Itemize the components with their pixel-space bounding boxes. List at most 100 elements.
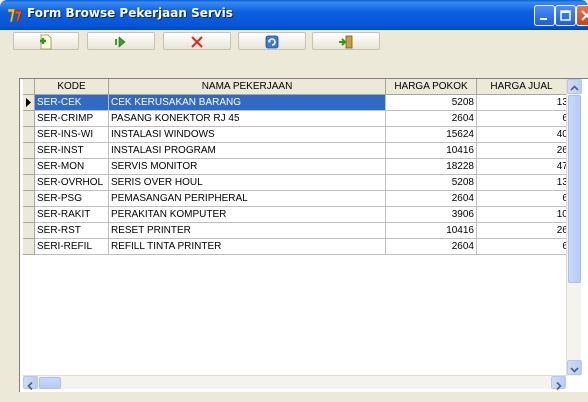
cell-nama-pekerjaan[interactable]: REFILL TINTA PRINTER — [109, 239, 386, 255]
delete-button[interactable] — [163, 32, 231, 50]
cell-nama-pekerjaan[interactable]: PERAKITAN KOMPUTER — [109, 207, 386, 223]
cell-kode[interactable]: SERI-REFIL — [35, 239, 109, 255]
cell-harga-pokok[interactable]: 2604 — [386, 191, 477, 207]
column-header-harga-jual[interactable]: HARGA JUAL — [477, 79, 569, 95]
cell-nama-pekerjaan[interactable]: PASANG KONEKTOR RJ 45 — [109, 111, 386, 127]
cell-nama-pekerjaan[interactable]: RESET PRINTER — [109, 223, 386, 239]
cell-harga-jual[interactable]: 1343 — [477, 95, 569, 111]
cell-kode[interactable]: SER-CRIMP — [35, 111, 109, 127]
table-row[interactable]: SER-INSTINSTALASI PROGRAM104162687 — [23, 143, 569, 159]
cell-harga-jual[interactable]: 1343 — [477, 175, 569, 191]
row-indicator[interactable] — [23, 95, 35, 111]
scroll-down-button[interactable] — [567, 360, 582, 375]
cell-harga-pokok[interactable]: 5208 — [386, 95, 477, 111]
delete-icon — [191, 36, 203, 48]
row-indicator[interactable] — [23, 191, 35, 207]
cell-kode[interactable]: SER-OVRHOL — [35, 175, 109, 191]
exit-icon — [339, 35, 353, 49]
row-indicator[interactable] — [23, 111, 35, 127]
cell-kode[interactable]: SER-RST — [35, 223, 109, 239]
table-row[interactable]: SER-MONSERVIS MONITOR182284702 — [23, 159, 569, 175]
window-title: Form Browse Pekerjaan Servis — [27, 6, 233, 20]
title-bar[interactable]: Form Browse Pekerjaan Servis — [0, 0, 588, 30]
cell-harga-jual[interactable]: 2687 — [477, 143, 569, 159]
table-row[interactable]: SER-INS-WIINSTALASI WINDOWS156244030 — [23, 127, 569, 143]
cell-harga-jual[interactable]: 4030 — [477, 127, 569, 143]
data-grid[interactable]: KODE NAMA PEKERJAAN HARGA POKOK HARGA JU… — [23, 79, 569, 376]
cell-harga-jual[interactable]: 671 — [477, 239, 569, 255]
cell-harga-pokok[interactable]: 10416 — [386, 143, 477, 159]
table-row[interactable]: SER-CEKCEK KERUSAKAN BARANG52081343 — [23, 95, 569, 111]
cell-harga-jual[interactable]: 671 — [477, 191, 569, 207]
cell-nama-pekerjaan[interactable]: INSTALASI WINDOWS — [109, 127, 386, 143]
chevron-right-icon — [556, 381, 562, 391]
cell-harga-jual[interactable]: 1007 — [477, 207, 569, 223]
row-indicator[interactable] — [23, 143, 35, 159]
cell-harga-pokok[interactable]: 2604 — [386, 239, 477, 255]
chevron-left-icon — [27, 381, 33, 391]
scroll-up-button[interactable] — [567, 79, 582, 94]
cell-nama-pekerjaan[interactable]: SERIS OVER HOUL — [109, 175, 386, 191]
table-row[interactable]: SER-OVRHOLSERIS OVER HOUL52081343 — [23, 175, 569, 191]
chevron-down-icon — [570, 367, 579, 373]
row-indicator[interactable] — [23, 159, 35, 175]
close-icon — [581, 10, 588, 21]
refresh-icon — [265, 35, 279, 49]
row-indicator[interactable] — [23, 175, 35, 191]
vertical-scrollbar[interactable] — [566, 79, 582, 376]
column-header-nama-pekerjaan[interactable]: NAMA PEKERJAAN — [109, 79, 386, 95]
cell-kode[interactable]: SER-MON — [35, 159, 109, 175]
add-icon — [40, 34, 52, 50]
scroll-right-button[interactable] — [551, 376, 566, 391]
row-indicator[interactable] — [23, 223, 35, 239]
vertical-scroll-thumb[interactable] — [568, 95, 581, 283]
cell-kode[interactable]: SER-INST — [35, 143, 109, 159]
next-button[interactable] — [87, 32, 155, 50]
cell-harga-jual[interactable]: 4702 — [477, 159, 569, 175]
cell-harga-pokok[interactable]: 10416 — [386, 223, 477, 239]
cell-harga-pokok[interactable]: 18228 — [386, 159, 477, 175]
app-icon — [7, 8, 23, 23]
table-row[interactable]: SER-RAKITPERAKITAN KOMPUTER39061007 — [23, 207, 569, 223]
add-button[interactable] — [13, 32, 79, 50]
column-header-kode[interactable]: KODE — [35, 79, 109, 95]
cell-nama-pekerjaan[interactable]: SERVIS MONITOR — [109, 159, 386, 175]
horizontal-scrollbar[interactable] — [23, 375, 566, 391]
scroll-left-button[interactable] — [23, 376, 38, 391]
row-indicator-header — [23, 79, 35, 95]
cell-harga-pokok[interactable]: 5208 — [386, 175, 477, 191]
table-row[interactable]: SER-RSTRESET PRINTER104162687 — [23, 223, 569, 239]
table-row[interactable]: SER-PSGPEMASANGAN PERIPHERAL2604671 — [23, 191, 569, 207]
cell-harga-pokok[interactable]: 3906 — [386, 207, 477, 223]
row-indicator[interactable] — [23, 127, 35, 143]
cell-nama-pekerjaan[interactable]: CEK KERUSAKAN BARANG — [109, 95, 386, 111]
cell-kode[interactable]: SER-PSG — [35, 191, 109, 207]
horizontal-scroll-thumb[interactable] — [39, 377, 61, 389]
toolbar — [0, 30, 588, 52]
minimize-icon — [540, 18, 547, 20]
chevron-up-icon — [570, 85, 579, 91]
next-icon — [115, 36, 126, 48]
window: Form Browse Pekerjaan Servis KODE NAMA P… — [0, 0, 588, 402]
cell-kode[interactable]: SER-RAKIT — [35, 207, 109, 223]
row-indicator[interactable] — [23, 239, 35, 255]
table-row[interactable]: SER-CRIMPPASANG KONEKTOR RJ 452604671 — [23, 111, 569, 127]
column-header-harga-pokok[interactable]: HARGA POKOK — [386, 79, 477, 95]
cell-nama-pekerjaan[interactable]: PEMASANGAN PERIPHERAL — [109, 191, 386, 207]
row-indicator[interactable] — [23, 207, 35, 223]
refresh-button[interactable] — [238, 32, 306, 50]
cell-harga-pokok[interactable]: 2604 — [386, 111, 477, 127]
maximize-icon — [560, 10, 571, 21]
cell-kode[interactable]: SER-INS-WI — [35, 127, 109, 143]
cell-harga-pokok[interactable]: 15624 — [386, 127, 477, 143]
minimize-button[interactable] — [534, 5, 555, 26]
cell-nama-pekerjaan[interactable]: INSTALASI PROGRAM — [109, 143, 386, 159]
cell-harga-jual[interactable]: 671 — [477, 111, 569, 127]
cell-harga-jual[interactable]: 2687 — [477, 223, 569, 239]
current-row-arrow-icon — [26, 98, 31, 107]
table-row[interactable]: SERI-REFILREFILL TINTA PRINTER2604671 — [23, 239, 569, 255]
exit-button[interactable] — [312, 32, 380, 50]
cell-kode[interactable]: SER-CEK — [35, 95, 109, 111]
maximize-button[interactable] — [555, 5, 576, 26]
close-button[interactable] — [576, 5, 588, 26]
